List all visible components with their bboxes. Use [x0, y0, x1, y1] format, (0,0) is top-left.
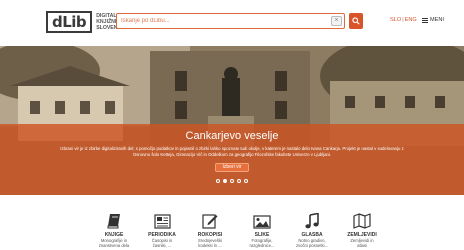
hamburger-icon	[422, 17, 428, 23]
carousel-dot[interactable]	[230, 179, 234, 183]
carousel-dot[interactable]	[237, 179, 241, 183]
carousel-dot-active[interactable]	[223, 179, 227, 183]
manuscript-icon	[202, 214, 218, 229]
search-box: ×	[116, 13, 345, 29]
category-books[interactable]: KNJIGE Monografije in znanstvena dela	[88, 213, 140, 248]
category-periodicals[interactable]: PERIODIKA Časopisi in časniki, ...	[136, 213, 188, 248]
category-subtitle: časniki, ...	[152, 243, 172, 248]
lang-slo-link[interactable]: SLO	[390, 17, 401, 23]
search-input[interactable]	[117, 14, 327, 28]
carousel-dot[interactable]	[244, 179, 248, 183]
image-icon	[253, 215, 271, 229]
dlib-logo[interactable]: dLib DIGITALNA KNJIŽNICA SLOVENIJE	[46, 11, 125, 33]
hero-carousel: Cankarjevo veselje Izbrani vir je iz zbi…	[0, 46, 464, 195]
map-icon	[353, 213, 371, 229]
music-icon	[305, 213, 319, 229]
category-maps[interactable]: ZEMLJEVIDI Zemljevidi in atlasi	[336, 213, 388, 248]
carousel-dot[interactable]	[216, 179, 220, 183]
hero-description: Izbrani vir je iz zbirke digitaliziranih…	[60, 146, 404, 157]
category-manuscripts[interactable]: ROKOPISI Srednjeveški kodeksi in ...	[184, 213, 236, 248]
logo-mark: dLib	[46, 11, 93, 33]
category-subtitle: atlasi	[357, 243, 367, 248]
search-button[interactable]	[349, 13, 363, 29]
category-subtitle: kodeksi in ...	[198, 243, 222, 248]
lang-separator: |	[402, 17, 404, 23]
category-images[interactable]: SLIKE Fotografije, razglednice...	[236, 213, 288, 248]
newspaper-icon	[153, 214, 171, 229]
site-header: dLib DIGITALNA KNJIŽNICA SLOVENIJE × SLO…	[0, 0, 464, 46]
category-list: KNJIGE Monografije in znanstvena dela PE…	[88, 213, 388, 248]
search-icon	[352, 17, 360, 25]
clear-search-button[interactable]: ×	[331, 16, 342, 26]
category-subtitle: razglednice...	[249, 243, 275, 248]
menu-button[interactable]: MENI	[422, 17, 444, 23]
menu-label: MENI	[430, 17, 444, 23]
category-music[interactable]: GLASBA Notno gradivo, zvočni posnetki...	[286, 213, 338, 248]
hero-title: Cankarjevo veselje	[185, 130, 279, 142]
category-subtitle: zvočni posnetki...	[295, 243, 329, 248]
book-icon	[107, 214, 120, 229]
lang-eng-link[interactable]: ENG	[405, 17, 417, 23]
hero-select-button[interactable]: Izberi vir	[215, 163, 249, 172]
carousel-indicators	[0, 179, 464, 183]
category-subtitle: znanstvena dela	[98, 243, 130, 248]
language-switcher: SLO|ENG	[390, 17, 417, 23]
